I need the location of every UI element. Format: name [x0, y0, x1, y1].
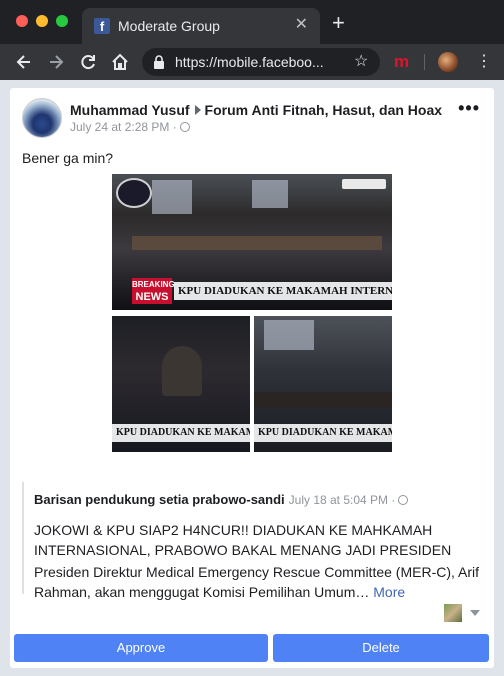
- avatar[interactable]: [22, 98, 62, 138]
- group-name[interactable]: Forum Anti Fitnah, Hasut, dan Hoax: [205, 102, 443, 118]
- post-header: Muhammad Yusuf Forum Anti Fitnah, Hasut, …: [70, 102, 442, 118]
- tab-title: Moderate Group: [118, 18, 220, 34]
- tab-close-icon[interactable]: ✕: [295, 16, 308, 34]
- post-text: Bener ga min?: [22, 150, 114, 166]
- star-icon[interactable]: ☆: [354, 53, 368, 71]
- shared-post-body: Presiden Direktur Medical Emergency Resc…: [34, 562, 484, 602]
- reload-icon[interactable]: [78, 52, 98, 72]
- url-text[interactable]: https://mobile.faceboo...: [175, 54, 324, 70]
- profile-avatar[interactable]: [438, 52, 458, 72]
- shared-time[interactable]: July 18 at 5:04 PM ·: [289, 493, 396, 507]
- shared-post-border: [22, 482, 24, 594]
- globe-icon: [398, 495, 409, 505]
- viewer-avatar[interactable]: [444, 604, 462, 622]
- page-background: Muhammad Yusuf Forum Anti Fitnah, Hasut, …: [0, 80, 504, 676]
- photo-caption-banner: KPU DIADUKAN KE MAKAMAH INTERNASIONAL: [174, 282, 392, 300]
- close-window-button[interactable]: [16, 15, 28, 27]
- shared-post-header: Barisan pendukung setia prabowo-sandi Jul…: [34, 492, 409, 507]
- post-time-text[interactable]: July 24 at 2:28 PM ·: [70, 120, 177, 134]
- see-more-link[interactable]: More: [373, 584, 405, 600]
- new-tab-button[interactable]: +: [332, 12, 345, 34]
- delete-button[interactable]: Delete: [273, 634, 489, 662]
- browser-menu-icon[interactable]: ⋮: [476, 52, 492, 72]
- courtroom-bench: [254, 392, 392, 408]
- minimize-window-button[interactable]: [36, 15, 48, 27]
- author-name[interactable]: Muhammad Yusuf: [70, 102, 190, 118]
- post-photo-right[interactable]: KPU DIADUKAN KE MAKAMAH INTER: [254, 316, 392, 452]
- breaking-label: BREAKING: [132, 280, 175, 289]
- courtroom-window: [252, 180, 288, 208]
- home-icon[interactable]: [110, 52, 130, 72]
- tv-badge: [342, 179, 386, 189]
- photo-caption-banner: KPU DIADUKAN KE MAKAMAH INTER: [254, 424, 392, 442]
- post-photo-main[interactable]: BREAKING NEWS KPU DIADUKAN KE MAKAMAH INT…: [112, 174, 392, 310]
- person-figure: [162, 346, 202, 396]
- post-options-button[interactable]: •••: [458, 99, 480, 117]
- address-bar[interactable]: https://mobile.faceboo... ☆: [142, 48, 380, 76]
- browser-toolbar: https://mobile.faceboo... ☆ m ⋮: [0, 44, 504, 80]
- chevron-down-icon[interactable]: [470, 610, 480, 616]
- forward-icon[interactable]: [46, 52, 66, 72]
- courtroom-bench: [132, 236, 382, 250]
- shared-author-name[interactable]: Barisan pendukung setia prabowo-sandi: [34, 492, 285, 507]
- courtroom-window: [264, 320, 314, 350]
- extension-icon[interactable]: m: [394, 53, 409, 71]
- tv-channel-logo: [116, 178, 152, 208]
- browser-tab[interactable]: f Moderate Group ✕: [82, 8, 320, 44]
- post-photo-left[interactable]: KPU DIADUKAN KE MAKAMAH INTER: [112, 316, 250, 452]
- post-card: Muhammad Yusuf Forum Anti Fitnah, Hasut, …: [10, 88, 494, 668]
- facebook-icon: f: [94, 18, 110, 34]
- breaking-news-badge: BREAKING NEWS: [132, 278, 175, 304]
- back-icon[interactable]: [14, 52, 34, 72]
- globe-icon: [179, 122, 190, 132]
- news-label: NEWS: [135, 291, 169, 303]
- lock-icon: [154, 55, 164, 69]
- approve-button[interactable]: Approve: [14, 634, 268, 662]
- shared-post-title: JOKOWI & KPU SIAP2 H4NCUR!! DIADUKAN KE …: [34, 522, 452, 558]
- post-timestamp: July 24 at 2:28 PM ·: [70, 120, 190, 134]
- shared-body-text: Presiden Direktur Medical Emergency Resc…: [34, 564, 480, 600]
- courtroom-window: [152, 180, 192, 214]
- arrow-right-icon: [194, 105, 201, 115]
- browser-titlebar: f Moderate Group ✕ +: [0, 0, 504, 44]
- toolbar-divider: [424, 54, 425, 70]
- photo-caption-banner: KPU DIADUKAN KE MAKAMAH INTER: [112, 424, 250, 442]
- maximize-window-button[interactable]: [56, 15, 68, 27]
